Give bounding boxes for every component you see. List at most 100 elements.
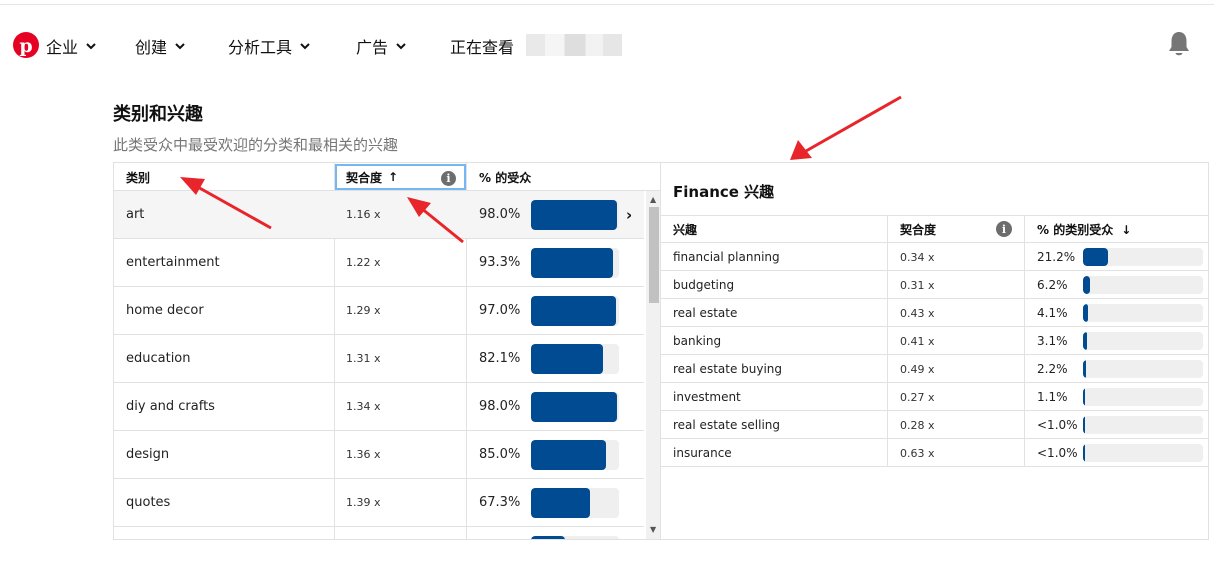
- table-row[interactable]: entertainment 1.22 x 93.3%: [114, 239, 644, 287]
- audience-percent: 82.1%: [479, 351, 521, 366]
- table-row[interactable]: budgeting 0.31 x 6.2%: [661, 271, 1209, 299]
- audience-bar: [531, 344, 619, 374]
- table-row[interactable]: banking 0.41 x 3.1%: [661, 327, 1209, 355]
- table-row[interactable]: financial planning 0.34 x 21.2%: [661, 243, 1209, 271]
- table-row[interactable]: education 1.31 x 82.1%: [114, 335, 644, 383]
- sort-descending-icon: ↓: [1121, 222, 1132, 237]
- interest-name: real estate selling: [673, 418, 781, 432]
- nav-business-menu[interactable]: 企业: [46, 34, 97, 58]
- audience-percent: 85.0%: [479, 447, 521, 462]
- chevron-down-icon: [300, 43, 310, 50]
- category-audience-percent: 2.2%: [1037, 362, 1068, 376]
- audience-bar: [531, 440, 619, 470]
- category-audience-bar-fill: [1083, 416, 1085, 434]
- audience-bar-fill: [531, 200, 618, 230]
- table-scrollbar[interactable]: ▲ ▼: [646, 191, 660, 539]
- scrollbar-thumb[interactable]: [649, 207, 659, 303]
- category-name: quotes: [126, 495, 171, 510]
- audience-bar-fill: [531, 248, 614, 278]
- audience-bar-fill: [531, 440, 606, 470]
- affinity-value: 1.36 x: [346, 448, 381, 461]
- svg-text:p: p: [19, 35, 32, 57]
- audience-bar-fill: [531, 296, 617, 326]
- category-audience-bar-fill: [1083, 444, 1085, 462]
- category-audience-bar-fill: [1083, 332, 1087, 350]
- info-icon[interactable]: i: [441, 171, 456, 186]
- category-audience-bar: [1083, 304, 1203, 322]
- category-audience-bar-fill: [1083, 388, 1085, 406]
- chevron-down-icon: [175, 43, 185, 50]
- category-name: entertainment: [126, 255, 220, 270]
- category-audience-bar-fill: [1083, 248, 1109, 266]
- interests-table-header: 兴趣 契合度 i % 的类别受众 ↓: [661, 215, 1209, 243]
- table-row[interactable]: investment 0.27 x 1.1%: [661, 383, 1209, 411]
- affinity-value: 0.34 x: [900, 251, 935, 264]
- pinterest-logo-icon[interactable]: p: [13, 32, 39, 58]
- affinity-header-label: 契合度: [346, 170, 383, 185]
- info-icon[interactable]: i: [996, 221, 1012, 237]
- nav-viewing-as[interactable]: 正在查看: [450, 34, 514, 58]
- table-row[interactable]: diy and crafts 1.34 x 98.0%: [114, 383, 644, 431]
- table-row[interactable]: art 1.16 x 98.0% ›: [114, 191, 644, 239]
- section-subtitle: 此类受众中最受欢迎的分类和最相关的兴趣: [113, 136, 399, 154]
- audience-bar: [531, 488, 619, 518]
- category-audience-bar-fill: [1083, 276, 1091, 294]
- annotation-arrow-finance: [790, 95, 902, 160]
- audience-percent: 98.0%: [479, 399, 521, 414]
- column-header-audience[interactable]: % 的受众: [479, 163, 531, 191]
- affinity-value: 0.43 x: [900, 307, 935, 320]
- table-row[interactable]: home decor 1.29 x 97.0%: [114, 287, 644, 335]
- scroll-up-icon[interactable]: ▲: [650, 195, 656, 204]
- category-audience-bar: [1083, 360, 1203, 378]
- table-row[interactable]: design 1.36 x 85.0%: [114, 431, 644, 479]
- nav-create-label: 创建: [135, 38, 168, 57]
- category-audience-percent: 4.1%: [1037, 306, 1068, 320]
- table-row[interactable]: insurance 0.63 x <1.0%: [661, 439, 1209, 467]
- interest-name: investment: [673, 390, 741, 404]
- column-header-interest[interactable]: 兴趣: [673, 216, 697, 243]
- affinity-value: 0.28 x: [900, 419, 935, 432]
- interests-panel: Finance 兴趣 兴趣 契合度 i % 的类别受众 ↓ financial …: [661, 162, 1209, 540]
- category-audience-bar: [1083, 416, 1203, 434]
- nav-ads-menu[interactable]: 广告: [356, 34, 407, 58]
- category-audience-percent: 1.1%: [1037, 390, 1068, 404]
- category-audience-percent: 21.2%: [1037, 250, 1076, 264]
- nav-create-menu[interactable]: 创建: [135, 34, 186, 58]
- audience-percent: 67.3%: [479, 495, 521, 510]
- column-header-category-audience[interactable]: % 的类别受众 ↓: [1037, 216, 1131, 243]
- interest-name: banking: [673, 334, 722, 348]
- affinity-value: 1.22 x: [346, 256, 381, 269]
- interest-name: real estate: [673, 306, 738, 320]
- affinity-value: 1.34 x: [346, 400, 381, 413]
- category-name: design: [126, 447, 170, 462]
- column-header-affinity[interactable]: 契合度 ↑ i: [335, 164, 466, 190]
- table-row[interactable]: real estate buying 0.49 x 2.2%: [661, 355, 1209, 383]
- nav-analytics-menu[interactable]: 分析工具: [228, 34, 311, 58]
- blurred-account-name: [526, 34, 622, 56]
- table-row[interactable]: quotes 1.39 x 67.3%: [114, 479, 644, 527]
- table-row[interactable]: real estate selling 0.28 x <1.0%: [661, 411, 1209, 439]
- section-title: 类别和兴趣: [113, 104, 203, 125]
- chevron-down-icon: [396, 43, 406, 50]
- affinity-value: 0.63 x: [900, 447, 935, 460]
- affinity-value: 0.27 x: [900, 391, 935, 404]
- chevron-right-icon[interactable]: ›: [626, 206, 632, 224]
- category-name: home decor: [126, 303, 204, 318]
- column-header-category[interactable]: 类别: [126, 163, 150, 191]
- category-name: art: [126, 207, 145, 222]
- column-header-affinity[interactable]: 契合度: [900, 216, 936, 243]
- category-name: education: [126, 351, 191, 366]
- affinity-value: 0.41 x: [900, 335, 935, 348]
- table-row-partial: [114, 527, 644, 539]
- audience-percent: 93.3%: [479, 255, 521, 270]
- scroll-down-icon[interactable]: ▼: [650, 525, 656, 534]
- interest-name: financial planning: [673, 250, 780, 264]
- table-row[interactable]: real estate 0.43 x 4.1%: [661, 299, 1209, 327]
- chevron-down-icon: [86, 43, 96, 50]
- bell-icon[interactable]: [1167, 30, 1191, 58]
- category-audience-bar-fill: [1083, 360, 1086, 378]
- interests-panel-title: Finance 兴趣: [673, 183, 775, 201]
- audience-bar: [531, 200, 619, 230]
- pct-header-label: % 的类别受众: [1037, 223, 1114, 237]
- interest-name: real estate buying: [673, 362, 783, 376]
